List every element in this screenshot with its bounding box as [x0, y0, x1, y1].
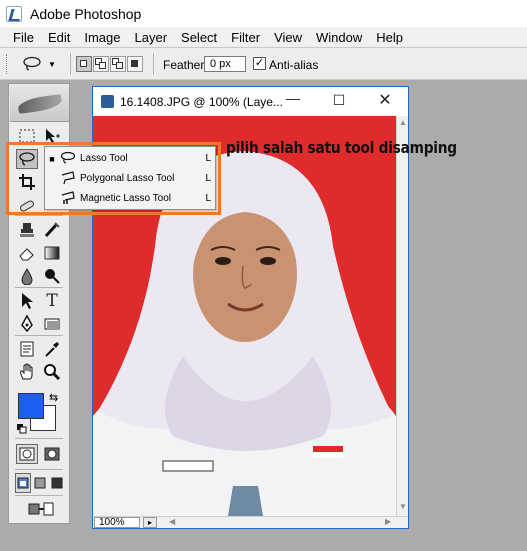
- menu-view[interactable]: View: [267, 30, 309, 45]
- add-to-selection-button[interactable]: [93, 56, 109, 72]
- document-titlebar[interactable]: 16.1408.JPG @ 100% (Laye...: [93, 87, 408, 116]
- flyout-item-magnetic-lasso[interactable]: Magnetic Lasso Tool L: [45, 189, 215, 208]
- anti-alias-label: Anti-alias: [269, 58, 319, 72]
- crop-tool-icon[interactable]: [16, 172, 38, 192]
- flyout-item-polygonal-lasso[interactable]: Polygonal Lasso Tool L: [45, 169, 215, 188]
- app-titlebar: Adobe Photoshop: [0, 0, 527, 27]
- scroll-left-icon[interactable]: ◀: [169, 517, 175, 526]
- polygonal-lasso-icon: [59, 170, 77, 187]
- app-title: Adobe Photoshop: [30, 5, 142, 22]
- menu-file[interactable]: File: [6, 30, 41, 45]
- menu-bar: File Edit Image Layer Select Filter View…: [0, 27, 527, 47]
- anti-alias-checkbox[interactable]: ✓: [253, 57, 266, 70]
- intersect-selection-icon: [131, 60, 138, 67]
- screen-mode-standard-icon[interactable]: [15, 473, 31, 493]
- photoshop-feather-icon: [17, 94, 63, 114]
- vertical-scrollbar[interactable]: ▲ ▼: [396, 116, 408, 516]
- document-title: 16.1408.JPG @ 100% (Laye...: [120, 94, 283, 109]
- scroll-right-icon[interactable]: ▶: [385, 517, 391, 526]
- intersect-selection-button[interactable]: [127, 56, 143, 72]
- menu-window[interactable]: Window: [309, 30, 369, 45]
- lasso-tool-icon[interactable]: [16, 149, 38, 169]
- hand-tool-icon[interactable]: [16, 362, 38, 382]
- feather-label: Feather:: [163, 58, 208, 72]
- lasso-icon: [23, 56, 41, 71]
- type-tool-icon[interactable]: T: [41, 291, 63, 311]
- toolbox-header[interactable]: [10, 85, 69, 122]
- flyout-shortcut: L: [205, 173, 211, 184]
- lasso-icon: [59, 151, 77, 167]
- divider: [15, 495, 63, 496]
- standard-mode-icon[interactable]: [16, 444, 38, 464]
- foreground-color-swatch[interactable]: [18, 393, 44, 419]
- photoshop-logo-icon: [6, 5, 22, 22]
- selection-modes: [76, 56, 144, 72]
- add-selection-icon-b: [99, 62, 106, 69]
- maximize-button[interactable]: ☐: [329, 92, 349, 110]
- close-button[interactable]: ✕: [375, 90, 395, 109]
- menu-filter[interactable]: Filter: [224, 30, 267, 45]
- gradient-icon[interactable]: [41, 243, 63, 263]
- history-brush-icon[interactable]: [41, 220, 63, 240]
- menu-image[interactable]: Image: [77, 30, 127, 45]
- pen-tool-icon[interactable]: [16, 314, 38, 334]
- divider: [15, 287, 63, 288]
- flyout-label: Polygonal Lasso Tool: [80, 173, 175, 184]
- instruction-annotation: pilih salah satu tool disamping: [226, 138, 457, 157]
- active-marker: ■: [49, 153, 55, 164]
- move-tool-icon[interactable]: [41, 126, 63, 146]
- options-bar: ▼ Feather: 0 px ✓ Anti-alias: [0, 47, 527, 80]
- eraser-icon[interactable]: [16, 243, 38, 263]
- minimize-button[interactable]: —: [283, 90, 303, 108]
- flyout-label: Lasso Tool: [80, 153, 128, 164]
- dodge-icon[interactable]: [41, 266, 63, 286]
- quick-mask-icon[interactable]: [41, 444, 63, 464]
- flyout-shortcut: L: [205, 193, 211, 204]
- menu-edit[interactable]: Edit: [41, 30, 77, 45]
- menu-layer[interactable]: Layer: [128, 30, 175, 45]
- eyedropper-icon[interactable]: [41, 339, 63, 359]
- divider: [15, 215, 63, 216]
- divider: [153, 53, 154, 75]
- divider: [15, 438, 63, 439]
- grip-handle[interactable]: [6, 54, 9, 74]
- status-menu-button[interactable]: ▸: [143, 517, 157, 528]
- rectangle-tool-icon[interactable]: [41, 314, 63, 334]
- flyout-label: Magnetic Lasso Tool: [80, 193, 171, 204]
- chevron-down-icon: ▼: [48, 59, 56, 69]
- lasso-tool-flyout: ■ Lasso Tool L Polygonal Lasso Tool L Ma…: [44, 146, 216, 210]
- blur-icon[interactable]: [16, 266, 38, 286]
- document-icon: [101, 95, 114, 108]
- swap-colors-icon[interactable]: ⇆: [49, 391, 58, 404]
- horizontal-scrollbar[interactable]: ◀ ▶: [93, 516, 408, 528]
- screen-mode-full-icon[interactable]: [49, 473, 65, 493]
- zoom-level-field[interactable]: 100%: [94, 517, 140, 528]
- new-selection-button[interactable]: [76, 56, 92, 72]
- notes-icon[interactable]: [16, 339, 38, 359]
- marquee-tool-icon[interactable]: [16, 126, 38, 146]
- subtract-from-selection-button[interactable]: [110, 56, 126, 72]
- path-selection-icon[interactable]: [16, 291, 38, 311]
- scroll-up-icon[interactable]: ▲: [399, 118, 407, 127]
- subtract-selection-icon-b: [116, 62, 123, 69]
- default-colors-icon[interactable]: [17, 423, 27, 434]
- feather-input[interactable]: 0 px: [204, 56, 246, 72]
- menu-help[interactable]: Help: [369, 30, 410, 45]
- scroll-down-icon[interactable]: ▼: [399, 502, 407, 511]
- menu-select[interactable]: Select: [174, 30, 224, 45]
- flyout-shortcut: L: [205, 153, 211, 164]
- jump-to-imageready-icon[interactable]: [27, 499, 55, 519]
- flyout-item-lasso[interactable]: ■ Lasso Tool L: [45, 149, 215, 168]
- new-selection-icon: [80, 60, 87, 67]
- clone-stamp-icon[interactable]: [16, 220, 38, 240]
- divider: [70, 53, 71, 75]
- magnetic-lasso-icon: [59, 190, 77, 207]
- zoom-tool-icon[interactable]: [41, 362, 63, 382]
- divider: [15, 335, 63, 336]
- tool-preset-picker[interactable]: ▼: [22, 55, 62, 73]
- healing-brush-icon[interactable]: [16, 195, 38, 215]
- divider: [15, 469, 63, 470]
- screen-mode-fullmenu-icon[interactable]: [32, 473, 48, 493]
